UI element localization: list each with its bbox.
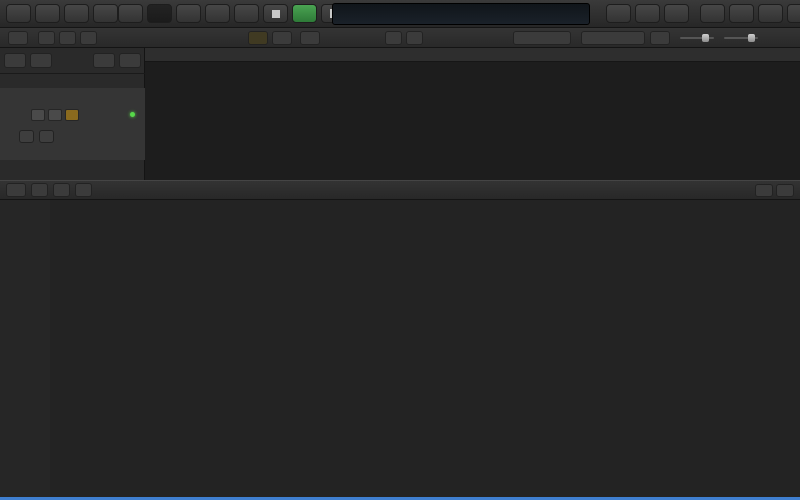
hide-mixer-button[interactable]	[6, 183, 26, 197]
lcd-tempo	[509, 4, 561, 24]
cycle-button[interactable]	[606, 4, 631, 23]
lcd-display[interactable]	[332, 3, 590, 25]
browsers-icon[interactable]	[787, 4, 800, 23]
track-filter-icon[interactable]	[300, 31, 320, 45]
snap-select[interactable]	[513, 31, 571, 45]
mixer-row-labels	[0, 200, 50, 497]
bar-ruler[interactable]	[145, 48, 800, 62]
command-click-tool-menu[interactable]	[406, 31, 423, 45]
lcd-locators	[431, 4, 509, 24]
mixer-toolbar	[0, 180, 800, 200]
arrange-area	[0, 48, 800, 180]
stop-button[interactable]	[263, 4, 288, 23]
arrange-canvas	[145, 48, 800, 180]
track-sort-icon[interactable]	[93, 53, 115, 68]
logic-pro-window	[0, 0, 800, 500]
add-track-button[interactable]	[4, 53, 26, 68]
rewind-button[interactable]	[205, 4, 230, 23]
automation-toggle-icon[interactable]	[248, 31, 268, 45]
track-list-options-icon[interactable]	[119, 53, 141, 68]
apple-loops-icon[interactable]	[758, 4, 783, 23]
duplicate-track-button[interactable]	[30, 53, 52, 68]
quick-help-icon[interactable]	[93, 4, 118, 23]
automation-parameter-select[interactable]	[39, 130, 54, 143]
track-list-toolbar	[0, 48, 145, 74]
metronome-icon[interactable]	[118, 4, 143, 23]
tracks-toolbar	[0, 28, 800, 48]
mixer-options-menu[interactable]	[53, 183, 70, 197]
note-pads-icon[interactable]	[729, 4, 754, 23]
arrange-functions-menu[interactable]	[59, 31, 76, 45]
hide-tracks-header-button[interactable]	[8, 31, 28, 45]
stop-icon	[272, 10, 280, 18]
toolbox-icon[interactable]	[176, 4, 201, 23]
solo-mode-button[interactable]	[635, 4, 660, 23]
lcd-signature	[561, 4, 587, 24]
flex-toggle-icon[interactable]	[272, 31, 292, 45]
track-activity-led	[130, 112, 135, 117]
mixer-view-menu[interactable]	[75, 183, 92, 197]
track-automation-icon[interactable]	[65, 109, 79, 121]
play-button[interactable]	[292, 4, 317, 23]
forward-button[interactable]	[234, 4, 259, 23]
mixer	[0, 200, 800, 497]
track-solo-button[interactable]	[48, 109, 62, 121]
library-icon[interactable]	[6, 4, 31, 23]
channel-strips	[50, 200, 800, 497]
inspector-icon[interactable]	[35, 4, 60, 23]
lcd-time	[341, 4, 431, 24]
count-in-button[interactable]	[664, 4, 689, 23]
wide-view-icon[interactable]	[776, 184, 794, 197]
mixer-edit-menu[interactable]	[31, 183, 48, 197]
waveform-zoom-button[interactable]	[650, 31, 670, 45]
smart-controls-icon[interactable]	[64, 4, 89, 23]
main-toolbar	[0, 0, 800, 28]
list-editors-icon[interactable]	[700, 4, 725, 23]
left-click-tool-menu[interactable]	[385, 31, 402, 45]
automation-mode-select[interactable]	[19, 130, 34, 143]
arrange-edit-menu[interactable]	[38, 31, 55, 45]
arrange-view-menu[interactable]	[80, 31, 97, 45]
vertical-zoom-slider[interactable]	[680, 37, 714, 39]
track-mute-button[interactable]	[31, 109, 45, 121]
track-header-synth-lead[interactable]	[0, 88, 145, 160]
mixer-toggle-icon[interactable]	[147, 4, 172, 23]
horizontal-zoom-slider[interactable]	[724, 37, 758, 39]
drag-select[interactable]	[581, 31, 645, 45]
track-list-panel	[0, 48, 145, 180]
narrow-view-icon[interactable]	[755, 184, 773, 197]
lcd-gear-icon[interactable]	[333, 4, 341, 24]
region-canvas[interactable]	[145, 62, 800, 180]
